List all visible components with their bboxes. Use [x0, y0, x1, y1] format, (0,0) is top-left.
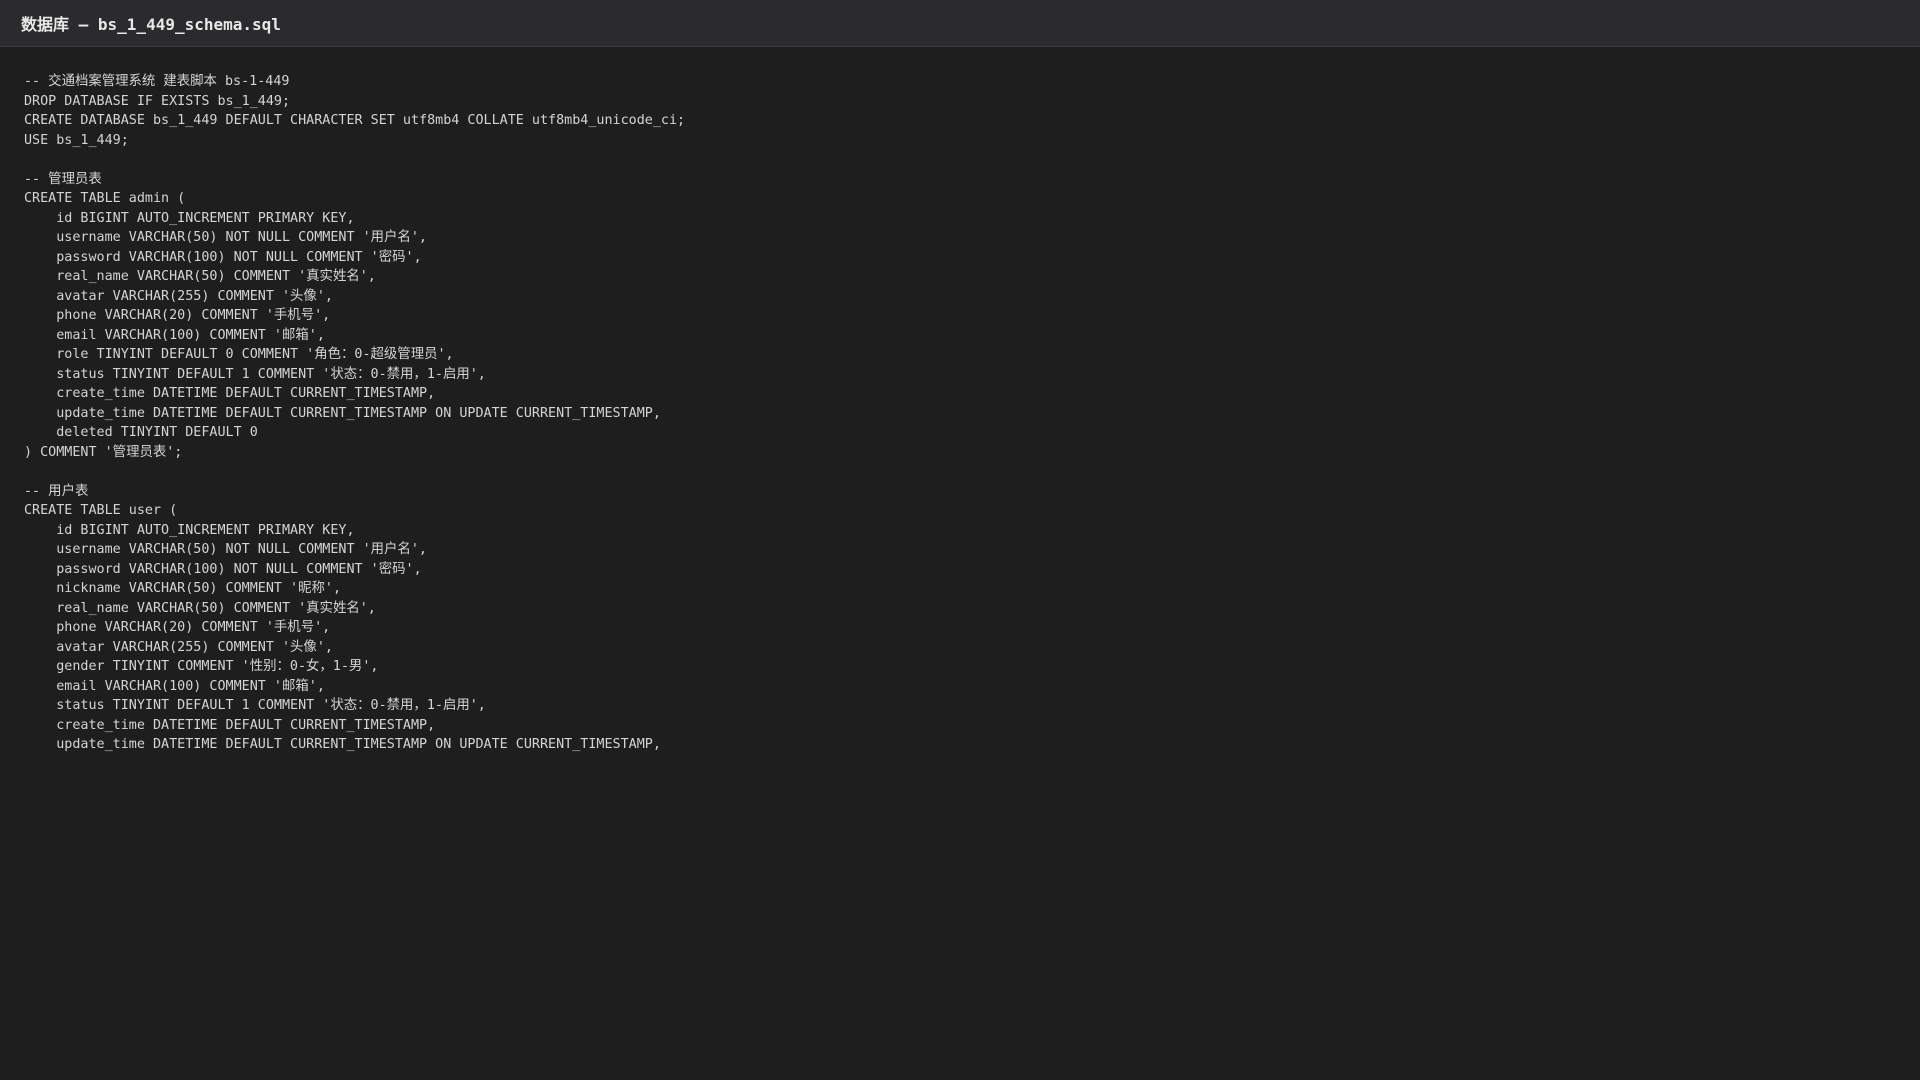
- code-line[interactable]: avatar VARCHAR(255) COMMENT '头像',: [24, 638, 1920, 658]
- code-line[interactable]: USE bs_1_449;: [24, 131, 1920, 151]
- code-line[interactable]: ) COMMENT '管理员表';: [24, 443, 1920, 463]
- code-line[interactable]: status TINYINT DEFAULT 1 COMMENT '状态：0-禁…: [24, 696, 1920, 716]
- title-bar: 数据库 — bs_1_449_schema.sql: [0, 0, 1920, 47]
- code-line[interactable]: real_name VARCHAR(50) COMMENT '真实姓名',: [24, 267, 1920, 287]
- code-line[interactable]: phone VARCHAR(20) COMMENT '手机号',: [24, 306, 1920, 326]
- editor-window: 数据库 — bs_1_449_schema.sql -- 交通档案管理系统 建表…: [0, 0, 1920, 1080]
- code-line[interactable]: phone VARCHAR(20) COMMENT '手机号',: [24, 618, 1920, 638]
- code-line[interactable]: deleted TINYINT DEFAULT 0: [24, 423, 1920, 443]
- window-title: 数据库 — bs_1_449_schema.sql: [21, 15, 281, 34]
- code-line[interactable]: role TINYINT DEFAULT 0 COMMENT '角色：0-超级管…: [24, 345, 1920, 365]
- code-line[interactable]: avatar VARCHAR(255) COMMENT '头像',: [24, 287, 1920, 307]
- code-line[interactable]: -- 用户表: [24, 482, 1920, 502]
- code-line[interactable]: email VARCHAR(100) COMMENT '邮箱',: [24, 677, 1920, 697]
- code-line[interactable]: update_time DATETIME DEFAULT CURRENT_TIM…: [24, 404, 1920, 424]
- code-line[interactable]: real_name VARCHAR(50) COMMENT '真实姓名',: [24, 599, 1920, 619]
- code-line[interactable]: username VARCHAR(50) NOT NULL COMMENT '用…: [24, 228, 1920, 248]
- code-line[interactable]: id BIGINT AUTO_INCREMENT PRIMARY KEY,: [24, 209, 1920, 229]
- code-content[interactable]: -- 交通档案管理系统 建表脚本 bs-1-449 DROP DATABASE I…: [0, 47, 1920, 755]
- code-line[interactable]: create_time DATETIME DEFAULT CURRENT_TIM…: [24, 384, 1920, 404]
- code-line[interactable]: CREATE TABLE user (: [24, 501, 1920, 521]
- code-line[interactable]: create_time DATETIME DEFAULT CURRENT_TIM…: [24, 716, 1920, 736]
- code-editor[interactable]: -- 交通档案管理系统 建表脚本 bs-1-449 DROP DATABASE I…: [0, 47, 1920, 1080]
- code-line[interactable]: username VARCHAR(50) NOT NULL COMMENT '用…: [24, 540, 1920, 560]
- code-line[interactable]: CREATE TABLE admin (: [24, 189, 1920, 209]
- code-line[interactable]: -- 管理员表: [24, 170, 1920, 190]
- code-line[interactable]: status TINYINT DEFAULT 1 COMMENT '状态：0-禁…: [24, 365, 1920, 385]
- code-line[interactable]: [24, 462, 1920, 482]
- code-line[interactable]: password VARCHAR(100) NOT NULL COMMENT '…: [24, 560, 1920, 580]
- code-line[interactable]: email VARCHAR(100) COMMENT '邮箱',: [24, 326, 1920, 346]
- code-line[interactable]: id BIGINT AUTO_INCREMENT PRIMARY KEY,: [24, 521, 1920, 541]
- code-line[interactable]: -- 交通档案管理系统 建表脚本 bs-1-449: [24, 72, 1920, 92]
- code-line[interactable]: nickname VARCHAR(50) COMMENT '昵称',: [24, 579, 1920, 599]
- code-line[interactable]: [24, 150, 1920, 170]
- code-line[interactable]: password VARCHAR(100) NOT NULL COMMENT '…: [24, 248, 1920, 268]
- code-line[interactable]: update_time DATETIME DEFAULT CURRENT_TIM…: [24, 735, 1920, 755]
- code-line[interactable]: gender TINYINT COMMENT '性别：0-女，1-男',: [24, 657, 1920, 677]
- code-line[interactable]: CREATE DATABASE bs_1_449 DEFAULT CHARACT…: [24, 111, 1920, 131]
- code-line[interactable]: DROP DATABASE IF EXISTS bs_1_449;: [24, 92, 1920, 112]
